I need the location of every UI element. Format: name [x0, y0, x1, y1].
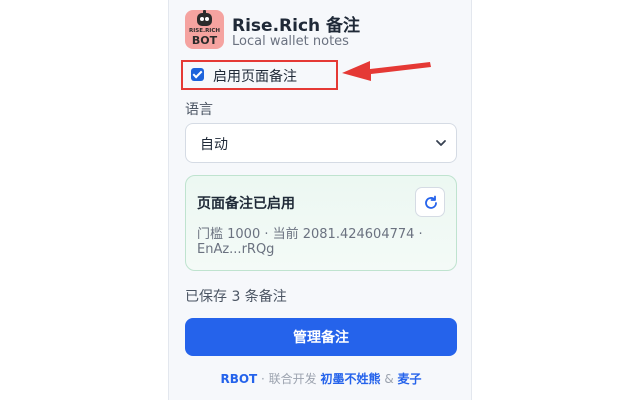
- status-card: 页面备注已启用 门槛 1000 · 当前 2081.424604774 · En…: [185, 175, 457, 271]
- refresh-button[interactable]: [415, 187, 445, 217]
- footer-separator: · 联合开发: [257, 372, 321, 386]
- footer: RBOT · 联合开发 初墨不姓熊 & 麦子: [169, 370, 473, 387]
- app-logo: RISE.RICH BOT: [185, 10, 224, 49]
- app-title: Rise.Rich 备注: [232, 16, 361, 36]
- footer-developer-1[interactable]: 初墨不姓熊: [321, 372, 381, 386]
- saved-count-text: 已保存 3 条备注: [185, 289, 287, 305]
- enable-notes-checkbox[interactable]: [191, 68, 204, 81]
- footer-rbot-link[interactable]: RBOT: [220, 372, 257, 386]
- language-select[interactable]: 自动: [185, 123, 457, 163]
- refresh-icon: [425, 195, 437, 209]
- status-title: 页面备注已启用: [197, 196, 295, 212]
- chevron-down-icon: [436, 140, 446, 146]
- app-subtitle: Local wallet notes: [232, 34, 349, 49]
- language-selected-value: 自动: [200, 137, 228, 153]
- footer-developer-2[interactable]: 麦子: [398, 372, 422, 386]
- header: RISE.RICH BOT Rise.Rich 备注 Local wallet …: [185, 10, 461, 52]
- manage-notes-button[interactable]: 管理备注: [185, 318, 457, 356]
- robot-icon: [197, 13, 212, 26]
- footer-ampersand: &: [380, 372, 398, 386]
- status-address-text: EnAz...rRQg: [197, 242, 275, 257]
- language-label: 语言: [185, 102, 213, 118]
- enable-notes-label: 启用页面备注: [213, 69, 297, 85]
- enable-notes-toggle[interactable]: 启用页面备注: [181, 60, 338, 90]
- annotation-arrow-icon: [342, 61, 431, 81]
- logo-text-bottom: BOT: [191, 34, 218, 47]
- status-threshold-text: 门槛 1000 · 当前 2081.424604774 ·: [197, 227, 423, 242]
